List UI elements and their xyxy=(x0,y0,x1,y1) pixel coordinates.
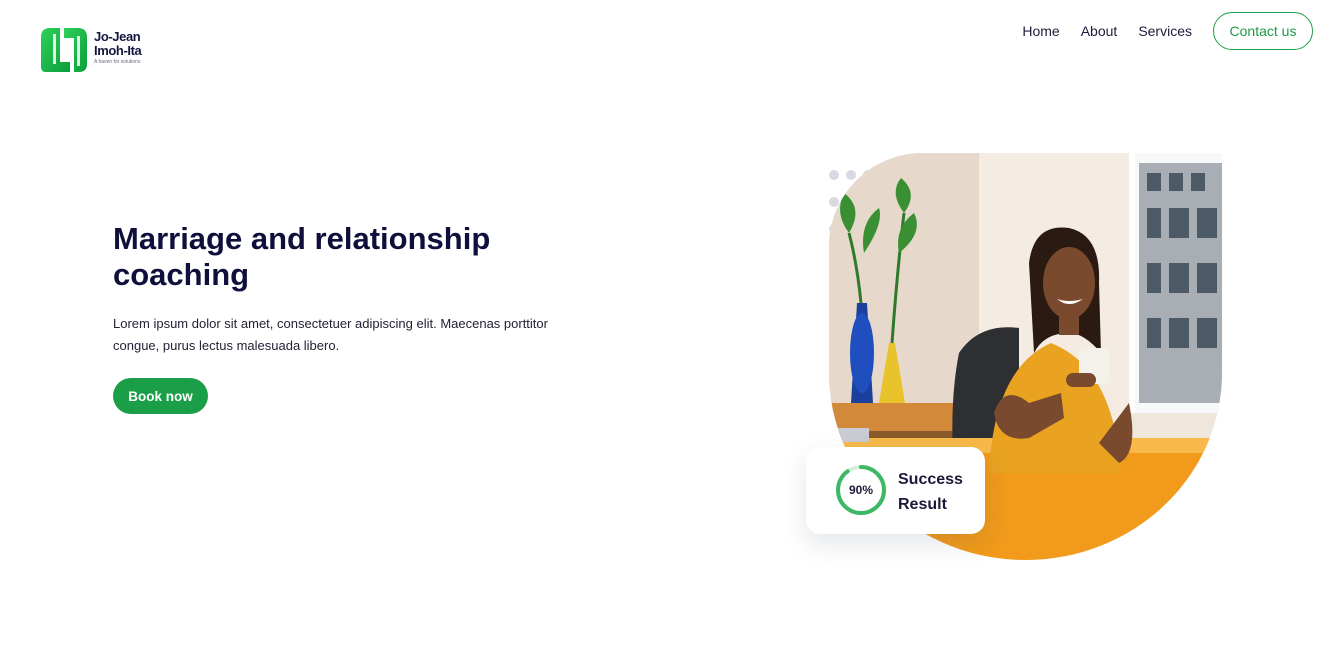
brand-logo[interactable]: Jo-Jean Imoh-Ita A haven for solutions xyxy=(40,24,142,76)
brand-text: Jo-Jean Imoh-Ita A haven for solutions xyxy=(94,29,142,66)
nav-link-about[interactable]: About xyxy=(1081,23,1118,39)
book-now-button[interactable]: Book now xyxy=(113,378,208,414)
hero-description: Lorem ipsum dolor sit amet, consectetuer… xyxy=(113,316,548,353)
hero-title: Marriage and relationship coaching xyxy=(113,221,491,292)
success-label-line1: Success xyxy=(898,471,963,488)
nav-link-services[interactable]: Services xyxy=(1138,23,1192,39)
main-nav: Home About Services Contact us xyxy=(1022,12,1313,50)
success-label: Success Result xyxy=(898,467,978,517)
brand-tagline: A haven for solutions xyxy=(94,59,141,65)
jj-monogram-icon xyxy=(41,28,87,72)
nav-link-home[interactable]: Home xyxy=(1022,23,1059,39)
contact-button[interactable]: Contact us xyxy=(1213,12,1313,50)
brand-name: Jo-Jean Imoh-Ita xyxy=(94,29,142,58)
success-percent: 90% xyxy=(848,483,874,497)
success-result-card: 90% Success Result xyxy=(806,447,985,534)
success-label-line2: Result xyxy=(898,496,947,513)
